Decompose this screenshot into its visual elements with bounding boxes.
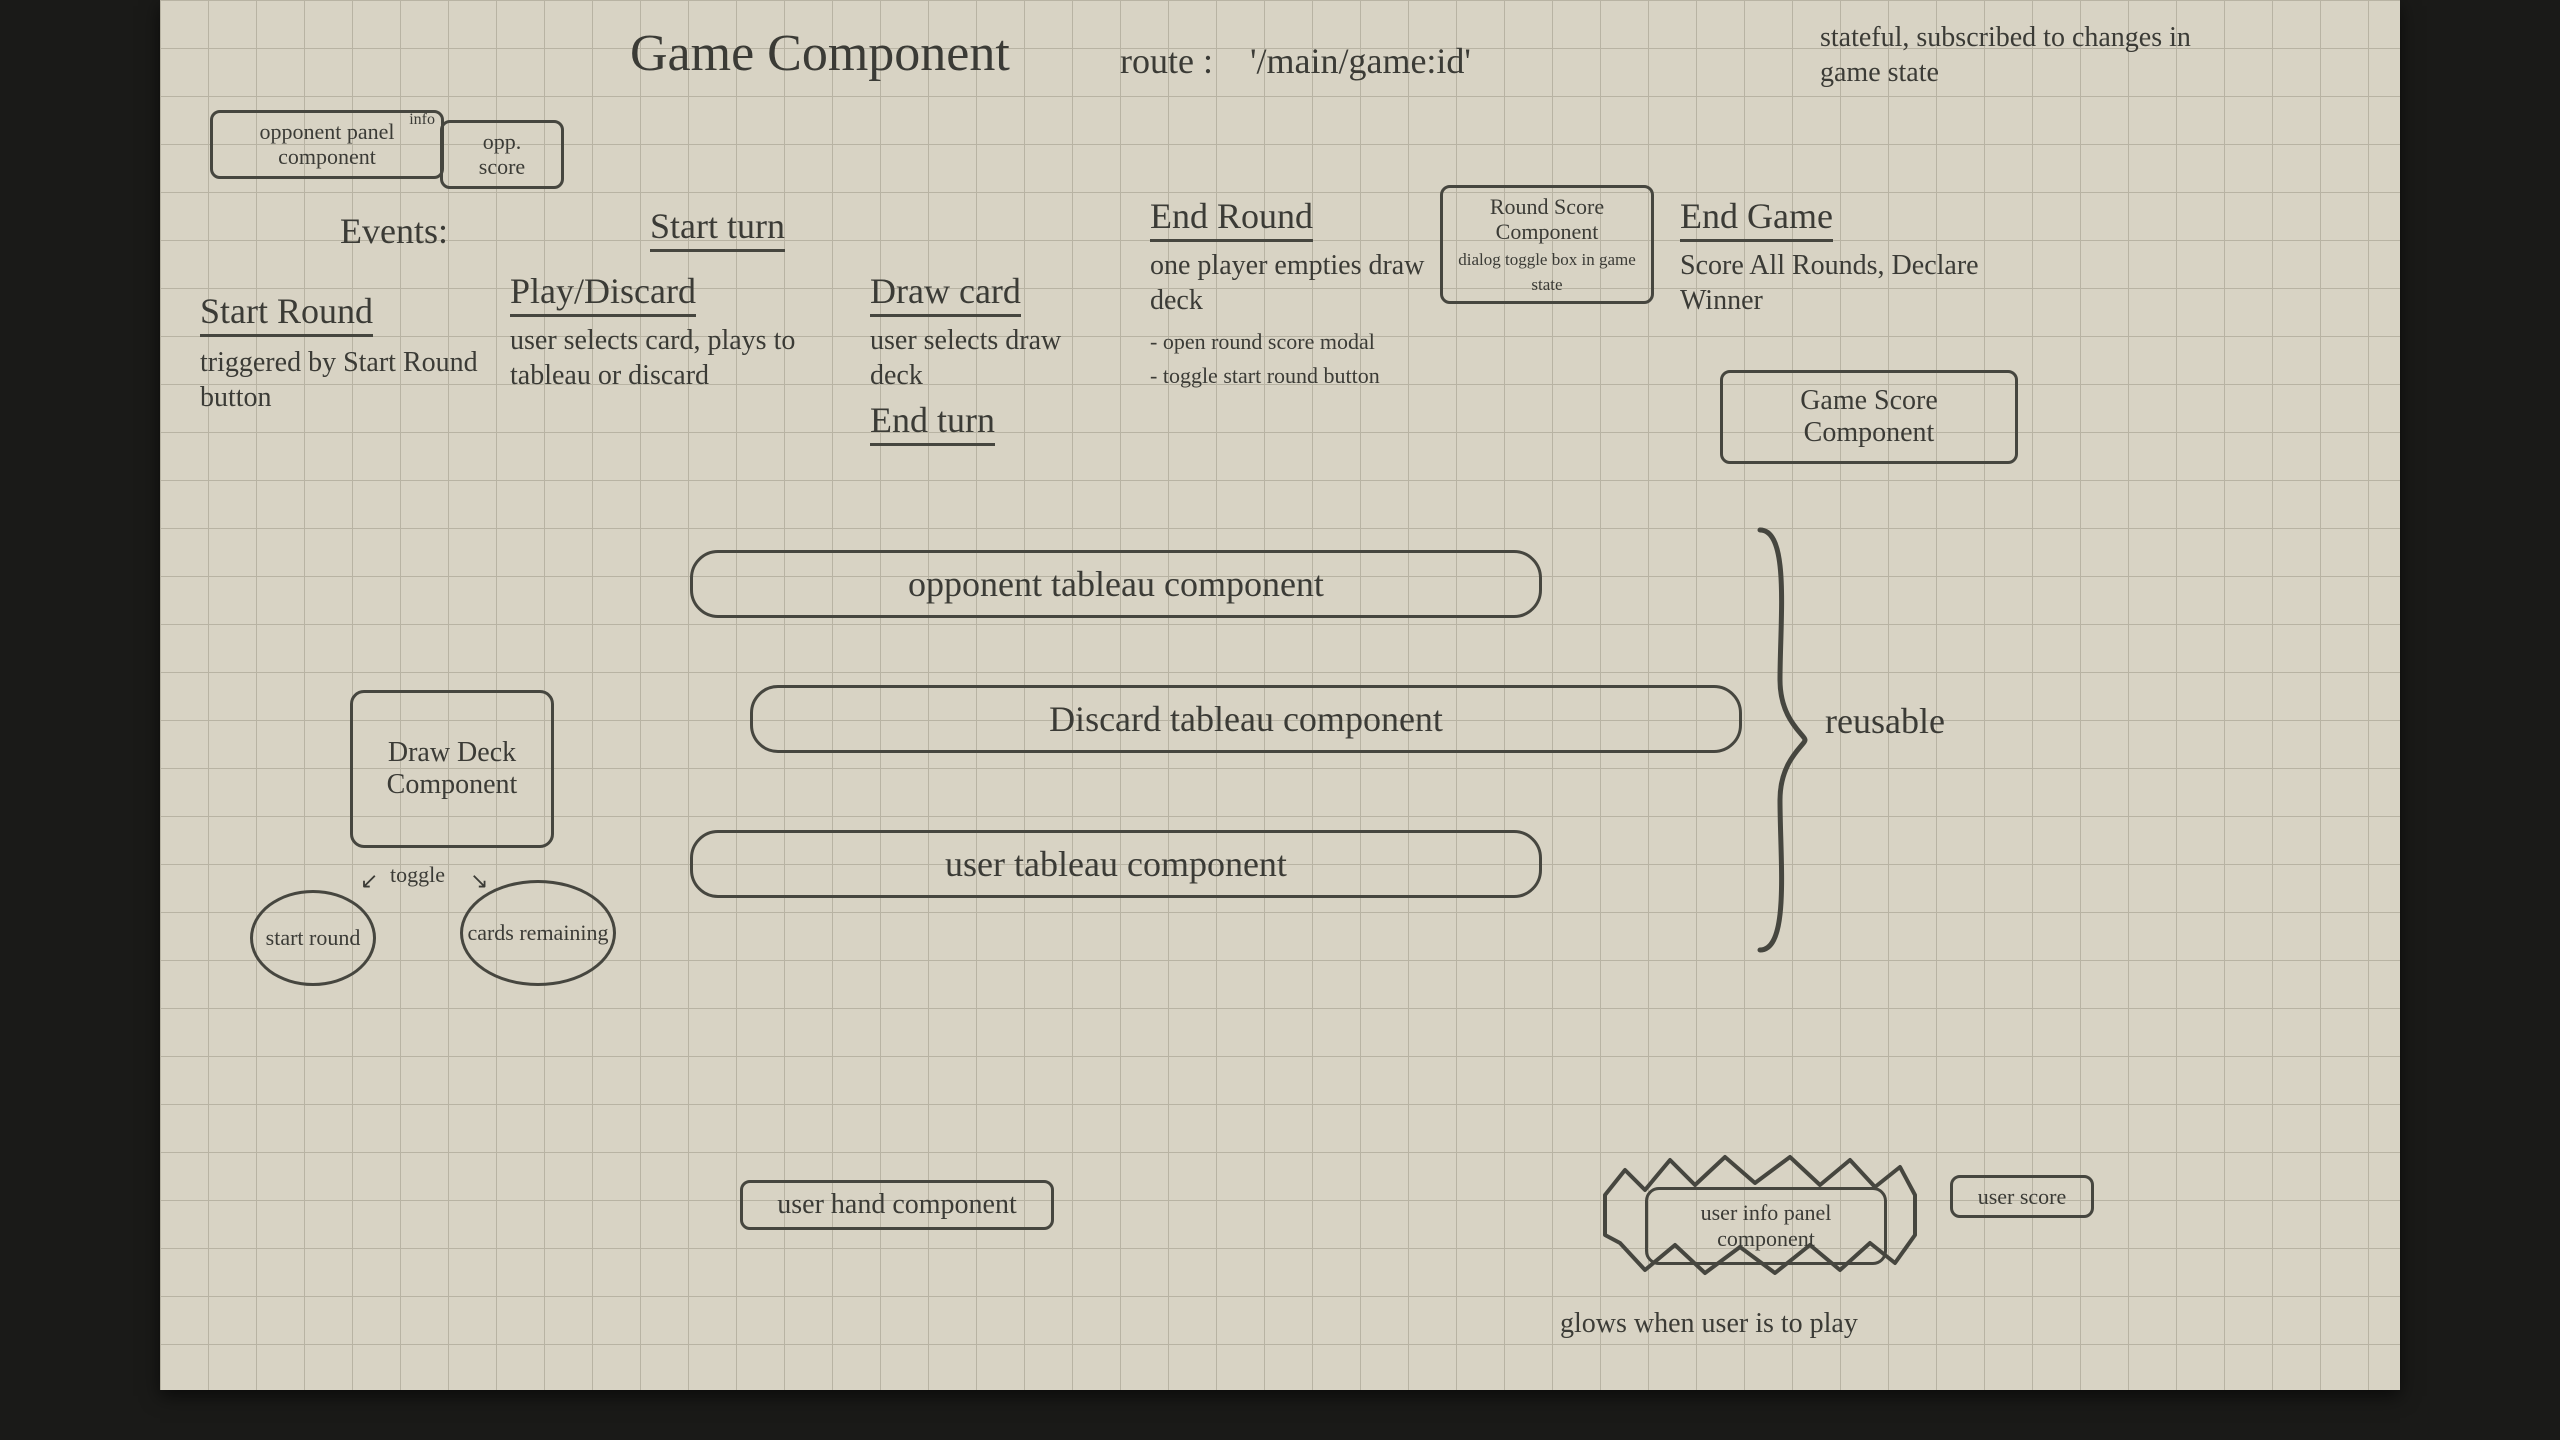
cards-remaining-circle: cards remaining (460, 880, 616, 986)
round-score-label: Round Score Component (1490, 194, 1604, 244)
game-score-box: Game Score Component (1720, 370, 2018, 464)
end-round-title: End Round (1150, 195, 1313, 242)
start-round-body: triggered by Start Round button (200, 345, 490, 415)
glow-note: glows when user is to play (1560, 1308, 1858, 1340)
discard-tableau: Discard tableau component (750, 685, 1742, 753)
opponent-panel-label: opponent panel component (259, 119, 394, 169)
start-turn-title: Start turn (650, 205, 785, 252)
end-game-body: Score All Rounds, Declare Winner (1680, 248, 2010, 318)
round-score-note: dialog toggle box in game state (1458, 250, 1636, 294)
brace-icon (1750, 520, 1810, 960)
round-score-box: Round Score Component dialog toggle box … (1440, 185, 1654, 304)
opponent-tableau: opponent tableau component (690, 550, 1542, 618)
end-turn-title: End turn (870, 399, 995, 446)
start-round-circle: start round (250, 890, 376, 986)
end-round-bullet-1: - toggle start round button (1150, 362, 1430, 390)
draw-card-title: Draw card (870, 270, 1021, 317)
toggle-arrow-left: ↙ (360, 868, 380, 894)
end-round-body: one player empties draw deck (1150, 248, 1430, 318)
user-tableau: user tableau component (690, 830, 1542, 898)
end-round-bullet-0: - open round score modal (1150, 328, 1430, 356)
user-info-panel-box: user info panel component (1645, 1187, 1887, 1265)
user-info-burst: user info panel component (1590, 1135, 1930, 1295)
user-score-box: user score (1950, 1175, 2094, 1218)
reusable-label: reusable (1825, 700, 1945, 742)
start-round-title: Start Round (200, 290, 373, 337)
play-discard-body: user selects card, plays to tableau or d… (510, 323, 840, 393)
page-title: Game Component (630, 24, 1010, 83)
events-label: Events: (340, 210, 448, 252)
event-draw-card: Draw card user selects draw deck End tur… (870, 270, 1120, 446)
play-discard-title: Play/Discard (510, 270, 696, 317)
draw-card-body: user selects draw deck (870, 323, 1120, 393)
stateful-note: stateful, subscribed to changes in game … (1820, 20, 2240, 90)
event-play-discard: Play/Discard user selects card, plays to… (510, 270, 840, 393)
opponent-panel-box: info opponent panel component (210, 110, 444, 179)
event-end-game: End Game Score All Rounds, Declare Winne… (1680, 195, 2010, 318)
user-hand-box: user hand component (740, 1180, 1054, 1230)
route-value: '/main/game:id' (1250, 40, 1471, 82)
end-game-title: End Game (1680, 195, 1833, 242)
route-label: route : (1120, 40, 1213, 82)
event-end-round: End Round one player empties draw deck -… (1150, 195, 1430, 389)
toggle-label: toggle (390, 862, 445, 888)
toggle-arrow-right: ↘ (470, 868, 490, 894)
opponent-panel-sup: info (409, 111, 435, 129)
event-start-round: Start Round triggered by Start Round but… (200, 290, 490, 415)
opp-score-box: opp. score (440, 120, 564, 189)
draw-deck-box: Draw Deck Component (350, 690, 554, 848)
